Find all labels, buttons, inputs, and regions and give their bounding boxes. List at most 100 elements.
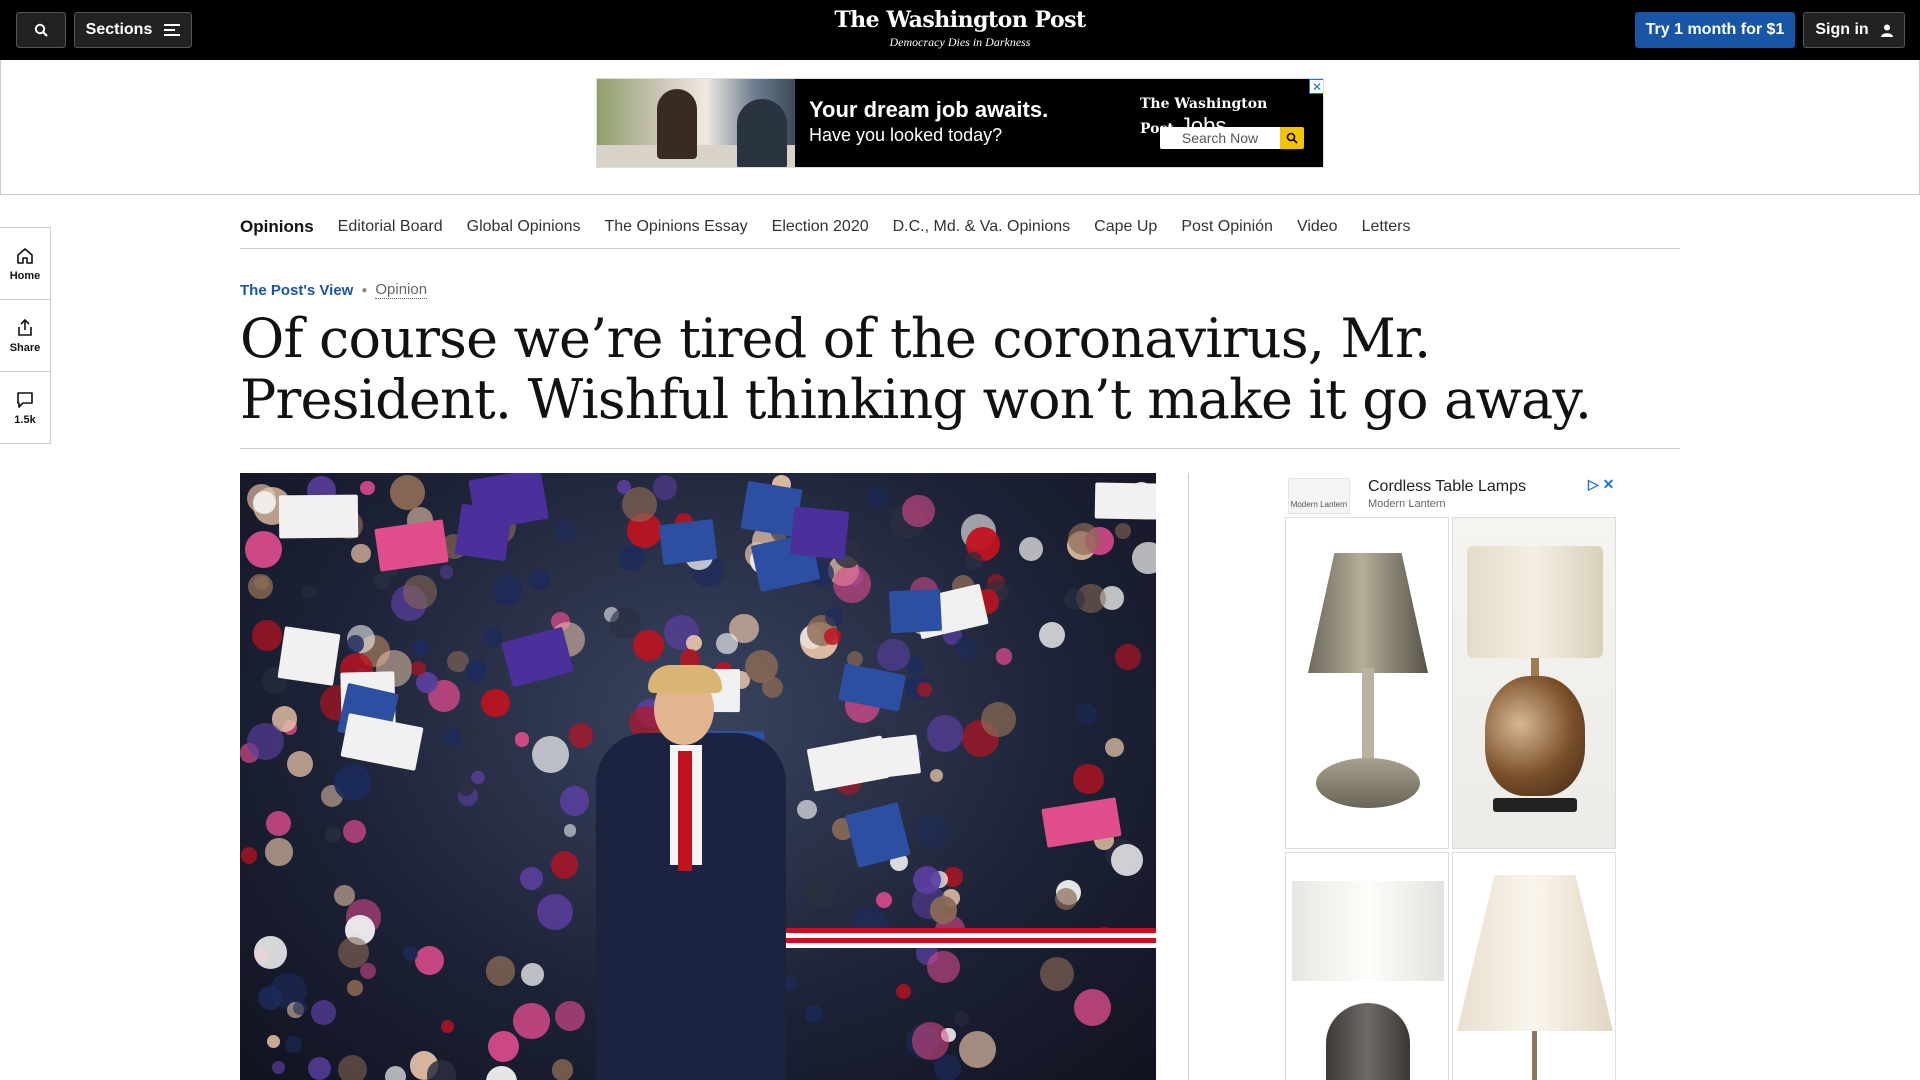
sections-menu-button[interactable]: Sections [74,12,192,48]
photo-crowd-texture [390,474,426,510]
photo-crowd-texture [252,620,283,651]
product-tile[interactable] [1285,517,1449,849]
photo-crowd-sign [467,473,549,530]
ad-brand-logo: Modern Lantern [1288,478,1350,514]
photo-crowd-texture [471,770,485,785]
photo-crowd-texture [902,494,935,528]
photo-crowd-texture [536,893,574,931]
home-icon [17,247,33,264]
share-rail-button[interactable]: Share [0,300,50,372]
photo-crowd-texture [464,659,487,682]
lead-photo[interactable] [240,473,1156,1080]
photo-crowd-texture [619,545,646,571]
ad-search-button[interactable] [1280,127,1304,149]
lamp-ad[interactable]: Modern Lantern Cordless Table Lamps Mode… [1284,472,1618,1080]
ad-search-field[interactable]: Search Now [1160,127,1280,149]
photo-crowd-texture [461,724,479,742]
photo-crowd-texture [403,575,437,610]
photo-crowd-texture [337,1054,368,1080]
photo-crowd-texture [532,735,570,773]
photo-crowd-texture [916,681,933,698]
photo-crowd-texture [285,1036,302,1054]
photo-crowd-texture [414,946,444,976]
subnav-item-opinions[interactable]: Opinions [240,217,314,237]
photo-crowd-texture [325,826,342,843]
photo-crowd-texture [346,634,365,653]
comments-rail-button[interactable]: 1.5k [0,372,50,444]
product-tile[interactable] [1285,852,1449,1080]
subnav-item-dc-md-va[interactable]: D.C., Md. & Va. Opinions [893,218,1071,236]
photo-crowd-texture [568,723,594,748]
kicker-label[interactable]: The Post's View [240,282,353,299]
photo-crowd-texture [266,811,292,837]
photo-crowd-texture [877,638,910,672]
photo-crowd-texture [1076,703,1098,725]
home-rail-button[interactable]: Home [0,228,50,300]
ad-close-icon[interactable]: ✕ [1309,79,1323,94]
photo-crowd-texture [487,1031,519,1063]
photo-crowd-texture [271,1061,285,1075]
photo-crowd-texture [824,607,844,626]
photo-crowd-texture [633,630,664,661]
photo-crowd-texture [248,574,273,599]
subnav-item-election-2020[interactable]: Election 2020 [772,218,869,236]
logo-wordmark: The Washington Post [834,7,1086,33]
sign-in-button[interactable]: Sign in [1803,12,1905,48]
photo-crowd-texture [876,891,893,908]
jobs-banner-ad[interactable]: Your dream job awaits. Have you looked t… [596,78,1324,168]
photo-crowd-texture [958,1031,996,1069]
photo-crowd-texture [265,838,293,867]
search-button[interactable] [16,12,66,48]
subnav-item-cape-up[interactable]: Cape Up [1094,218,1157,236]
photo-crowd-texture [1067,523,1100,556]
subnav-item-post-opinion[interactable]: Post Opinión [1181,218,1273,236]
photo-crowd-texture [1115,522,1131,539]
subscribe-button[interactable]: Try 1 month for $1 [1635,12,1795,48]
subnav-item-letters[interactable]: Letters [1362,218,1411,236]
photo-figure-tie [678,751,692,871]
photo-crowd-texture [927,950,960,984]
photo-crowd-texture [292,1000,307,1015]
subnav-item-global-opinions[interactable]: Global Opinions [467,218,581,236]
column-divider [1188,473,1189,1080]
photo-crowd-sign [501,626,575,687]
photo-crowd-texture [521,963,544,986]
section-label[interactable]: Opinion [375,281,428,299]
photo-crowd-texture [954,636,977,659]
product-tile[interactable] [1452,852,1616,1080]
photo-crowd-texture [559,786,590,816]
photo-crowd-sign [806,735,890,793]
photo-crowd-texture [347,980,363,996]
subnav-item-editorial-board[interactable]: Editorial Board [338,218,443,236]
photo-crowd-texture [287,750,314,777]
photo-crowd-texture [337,936,369,968]
ad-choices-icon[interactable]: ▷ ✕ [1588,476,1614,493]
photo-crowd-texture [1115,644,1141,670]
comment-icon [17,392,33,408]
photo-crowd-texture [915,815,950,850]
photo-crowd-texture [913,865,942,894]
photo-crowd-texture [995,648,1013,666]
product-tile[interactable] [1452,517,1616,849]
photo-crowd-texture [832,565,871,604]
subnav-item-opinions-essay[interactable]: The Opinions Essay [604,218,747,236]
subnav-item-video[interactable]: Video [1297,218,1338,236]
photo-crowd-texture [1019,537,1044,562]
photo-crowd-texture [412,639,429,657]
photo-crowd-texture [1104,738,1124,758]
photo-crowd-texture [384,1065,407,1080]
ad-title[interactable]: Cordless Table Lamps [1368,478,1526,496]
photo-crowd-sign [789,506,850,561]
photo-crowd-texture [823,628,841,646]
photo-crowd-texture [513,1002,550,1040]
photo-crowd-texture [514,732,529,747]
photo-crowd-texture [797,799,818,820]
photo-crowd-sign [340,713,424,772]
headline-divider [240,448,1680,449]
user-icon [1880,24,1893,37]
site-logo[interactable]: The Washington Post Democracy Dies in Da… [660,6,1260,50]
photo-crowd-texture [439,564,454,579]
photo-crowd-texture [267,1034,281,1048]
photo-crowd-texture [343,820,367,844]
ad-advertiser: Modern Lantern [1368,498,1446,510]
